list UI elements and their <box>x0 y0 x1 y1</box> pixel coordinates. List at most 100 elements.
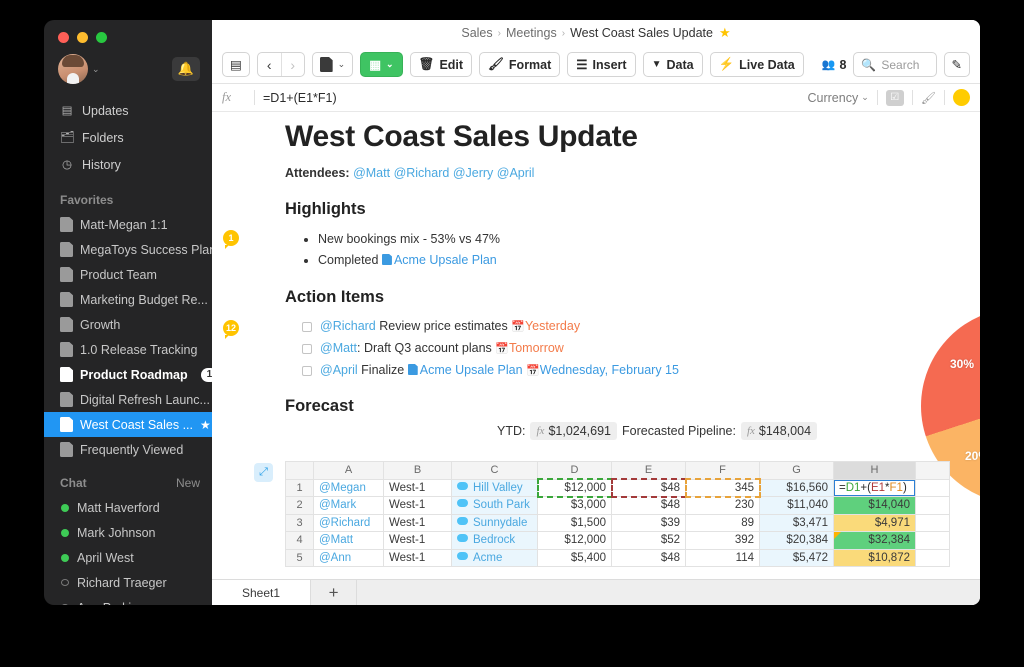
cell-blank[interactable] <box>915 513 950 532</box>
cell-d3[interactable]: $1,500 <box>537 513 612 532</box>
column-header-d[interactable]: D <box>537 461 612 480</box>
table-row[interactable]: 2 @Mark West-1 South Park $3,000 $48 230… <box>285 496 950 515</box>
document-type-button[interactable]: ⌄ <box>311 52 354 77</box>
cell-c4[interactable]: Bedrock <box>451 531 538 550</box>
cell-b1[interactable]: West-1 <box>383 478 452 497</box>
cell-d2[interactable]: $3,000 <box>537 496 612 515</box>
cell-b3[interactable]: West-1 <box>383 513 452 532</box>
cell-g1[interactable]: $16,560 <box>759 478 834 497</box>
due-date[interactable]: Tomorrow <box>509 341 564 355</box>
spreadsheet-table[interactable]: A B C D E F G H 1 @Megan West-1 Hill Val… <box>285 461 950 567</box>
expand-table-icon[interactable]: ⤢ <box>254 463 273 482</box>
sidebar-item-megatoys-success-plan[interactable]: MegaToys Success Plan <box>44 237 212 262</box>
nav-buttons[interactable]: ‹ › <box>256 52 305 77</box>
chevron-down-icon[interactable]: ⌄ <box>92 64 100 75</box>
collaborators-button[interactable]: 👥 8 <box>822 58 847 72</box>
cell-h2[interactable]: $14,040 <box>833 496 916 515</box>
star-icon[interactable]: ★ <box>719 25 731 41</box>
forward-button[interactable]: › <box>280 53 304 76</box>
compose-button[interactable]: ✎ <box>943 52 970 77</box>
cell-g2[interactable]: $11,040 <box>759 496 834 515</box>
sidebar-item-west-coast-sales[interactable]: West Coast Sales ... ★ <box>44 412 212 437</box>
sidebar-item-folders[interactable]: 🗂 Folders <box>44 125 212 152</box>
mention-richard[interactable]: @Richard <box>320 319 376 333</box>
back-button[interactable]: ‹ <box>258 53 281 76</box>
column-header-f[interactable]: F <box>685 461 760 480</box>
cell-c2[interactable]: South Park <box>451 496 538 515</box>
checkbox-format-icon[interactable]: ☑ <box>885 89 904 106</box>
column-header-e[interactable]: E <box>611 461 686 480</box>
ytd-value-chip[interactable]: fx $1,024,691 <box>530 422 617 440</box>
cell-a5[interactable]: @Ann <box>313 548 384 567</box>
cell-c1[interactable]: Hill Valley <box>451 478 538 497</box>
chat-item-ann-perkins[interactable]: Ann Perkins <box>44 595 212 605</box>
cell-b4[interactable]: West-1 <box>383 531 452 550</box>
sidebar-item-digital-refresh[interactable]: Digital Refresh Launc... <box>44 387 212 412</box>
mention-matt[interactable]: @Matt <box>320 341 357 355</box>
due-date[interactable]: Wednesday, February 15 <box>540 363 679 377</box>
sidebar-item-matt-megan-1-1[interactable]: Matt-Megan 1:1 <box>44 212 212 237</box>
cell-a2[interactable]: @Mark <box>313 496 384 515</box>
mention-april[interactable]: @April <box>320 363 358 377</box>
table-row[interactable]: 3 @Richard West-1 Sunnydale $1,500 $39 8… <box>285 513 950 532</box>
sidebar-item-release-tracking[interactable]: 1.0 Release Tracking <box>44 337 212 362</box>
mention-jerry[interactable]: @Jerry <box>453 166 493 180</box>
sidebar-item-frequently-viewed[interactable]: Frequently Viewed <box>44 437 212 462</box>
chat-item-richard-traeger[interactable]: Richard Traeger <box>44 570 212 595</box>
sidebar-item-growth[interactable]: Growth <box>44 312 212 337</box>
user-row[interactable]: ⌄ 🔔 <box>44 43 212 84</box>
mention-matt[interactable]: @Matt <box>353 166 390 180</box>
sidebar-item-product-roadmap[interactable]: Product Roadmap 1 <box>44 362 212 387</box>
cell-c3[interactable]: Sunnydale <box>451 513 538 532</box>
cell-e3[interactable]: $39 <box>611 513 686 532</box>
cell-h3[interactable]: $4,971 <box>833 513 916 532</box>
cell-f3[interactable]: 89 <box>685 513 760 532</box>
sidebar-item-marketing-budget[interactable]: Marketing Budget Re... <box>44 287 212 312</box>
row-header[interactable]: 1 <box>285 478 314 497</box>
cell-d1[interactable]: $12,000 <box>536 478 613 498</box>
cell-a4[interactable]: @Matt <box>313 531 384 550</box>
cell-blank[interactable] <box>915 496 950 515</box>
sheet-tab-sheet1[interactable]: Sheet1 <box>212 580 312 605</box>
live-data-button[interactable]: ⚡ Live Data <box>709 52 804 77</box>
data-button[interactable]: ▼ Data <box>642 52 703 77</box>
notifications-bell-icon[interactable]: 🔔 <box>172 57 200 81</box>
checkbox[interactable] <box>302 366 312 376</box>
cell-a1[interactable]: @Megan <box>313 478 384 497</box>
cell-a3[interactable]: @Richard <box>313 513 384 532</box>
breadcrumb-item-sales[interactable]: Sales <box>461 26 492 40</box>
cell-b2[interactable]: West-1 <box>383 496 452 515</box>
comment-badge-highlights[interactable]: 1 <box>223 230 239 249</box>
comment-bubble-icon[interactable] <box>953 89 970 106</box>
checkbox[interactable] <box>302 322 312 332</box>
cell-f1[interactable]: 345 <box>684 478 761 498</box>
edit-button[interactable]: 🗑 Edit <box>409 52 473 77</box>
cell-g5[interactable]: $5,472 <box>759 548 834 567</box>
close-button[interactable] <box>58 32 69 43</box>
search-input[interactable]: 🔍 Search <box>853 52 937 77</box>
column-header-b[interactable]: B <box>383 461 452 480</box>
cell-e4[interactable]: $52 <box>611 531 686 550</box>
cell-f4[interactable]: 392 <box>685 531 760 550</box>
row-header[interactable]: 4 <box>285 531 314 550</box>
sidebar-item-history[interactable]: ◷ History <box>44 152 212 179</box>
row-header[interactable]: 2 <box>285 496 314 515</box>
cell-h5[interactable]: $10,872 <box>833 548 916 567</box>
doc-link-acme-upsale-plan[interactable]: Acme Upsale Plan <box>394 253 497 267</box>
breadcrumb-item-meetings[interactable]: Meetings <box>506 26 557 40</box>
cell-e5[interactable]: $48 <box>611 548 686 567</box>
maximize-button[interactable] <box>96 32 107 43</box>
comment-badge-action-items[interactable]: 12 <box>223 320 239 339</box>
table-row[interactable]: 1 @Megan West-1 Hill Valley $12,000 $48 … <box>285 478 950 498</box>
due-date[interactable]: Yesterday <box>525 319 580 333</box>
table-insert-button[interactable]: ▦ ⌄ <box>360 52 403 77</box>
cell-blank[interactable] <box>915 531 950 550</box>
chat-item-matt-haverford[interactable]: Matt Haverford <box>44 495 212 520</box>
column-header-g[interactable]: G <box>759 461 834 480</box>
cell-d5[interactable]: $5,400 <box>537 548 612 567</box>
cell-g4[interactable]: $20,384 <box>759 531 834 550</box>
star-icon[interactable]: ★ <box>200 416 211 434</box>
cell-g3[interactable]: $3,471 <box>759 513 834 532</box>
chat-item-mark-johnson[interactable]: Mark Johnson <box>44 520 212 545</box>
mention-april[interactable]: @April <box>497 166 535 180</box>
